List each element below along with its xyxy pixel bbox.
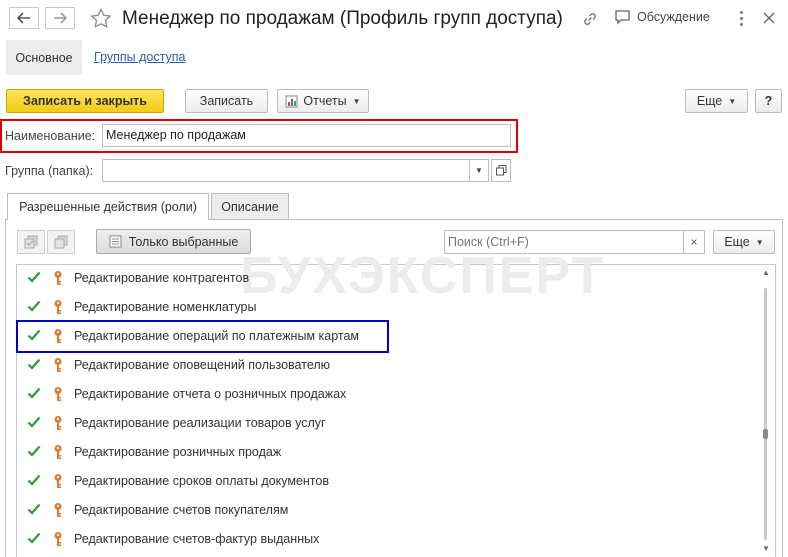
reports-button[interactable]: Отчеты ▼ bbox=[277, 89, 369, 113]
group-input[interactable] bbox=[102, 159, 470, 182]
checkmark-icon[interactable] bbox=[27, 445, 41, 457]
key-icon bbox=[54, 271, 62, 285]
tab-description-label: Описание bbox=[221, 199, 279, 214]
list-item-label: Редактирование сроков оплаты документов bbox=[74, 474, 329, 488]
tab-roles-label: Разрешенные действия (роли) bbox=[19, 200, 197, 214]
save-button[interactable]: Записать bbox=[185, 89, 268, 113]
list-item[interactable]: Редактирование счетов-фактур выданных bbox=[18, 525, 758, 554]
list-item-label: Редактирование контрагентов bbox=[74, 271, 250, 285]
window-menu-icon[interactable] bbox=[740, 11, 744, 27]
group-label: Группа (папка): bbox=[5, 164, 94, 178]
scrollbar-track bbox=[764, 288, 767, 540]
forward-button[interactable] bbox=[45, 7, 75, 29]
help-button[interactable]: ? bbox=[755, 89, 782, 113]
only-selected-toggle[interactable]: Только выбранные bbox=[96, 229, 251, 254]
list-item[interactable]: Редактирование отчета о розничных продаж… bbox=[18, 380, 758, 409]
chevron-down-icon: ▼ bbox=[475, 166, 483, 175]
checkmark-icon[interactable] bbox=[27, 271, 41, 283]
back-button[interactable] bbox=[9, 7, 39, 29]
open-window-icon bbox=[495, 165, 506, 176]
checkmark-icon[interactable] bbox=[27, 416, 41, 428]
checkmark-icon[interactable] bbox=[27, 300, 41, 312]
content-panel-left-border bbox=[5, 219, 6, 557]
check-all-icon bbox=[24, 235, 38, 249]
list-item-label: Редактирование оповещений пользователю bbox=[74, 358, 331, 372]
list-item-label: Редактирование розничных продаж bbox=[74, 445, 282, 459]
close-icon[interactable] bbox=[763, 12, 775, 24]
list-more-label: Еще bbox=[724, 235, 750, 249]
list-icon bbox=[109, 235, 122, 248]
key-icon bbox=[54, 503, 62, 517]
tab-roles[interactable]: Разрешенные действия (роли) bbox=[7, 193, 209, 220]
arrow-left-icon bbox=[17, 12, 30, 24]
save-label: Записать bbox=[199, 94, 254, 108]
reports-label: Отчеты bbox=[303, 94, 347, 108]
list-item-label: Редактирование отчета о розничных продаж… bbox=[74, 387, 347, 401]
list-item-label: Редактирование номенклатуры bbox=[74, 300, 257, 314]
check-all-button[interactable] bbox=[17, 230, 45, 254]
arrow-right-icon bbox=[54, 12, 67, 24]
list-item-label: Редактирование счетов-фактур выданных bbox=[74, 532, 320, 546]
window-title: Менеджер по продажам (Профиль групп дост… bbox=[122, 8, 563, 29]
search-clear-button[interactable]: × bbox=[683, 230, 705, 254]
clear-icon: × bbox=[690, 235, 698, 249]
list-item[interactable]: Редактирование оповещений пользователю bbox=[18, 351, 758, 380]
list-item-label: Редактирование реализации товаров услуг bbox=[74, 416, 326, 430]
tab-main-label: Основное bbox=[15, 50, 73, 65]
key-icon bbox=[54, 358, 62, 372]
chat-icon bbox=[615, 10, 630, 25]
tab-main[interactable]: Основное bbox=[6, 40, 82, 75]
save-and-close-label: Записать и закрыть bbox=[23, 94, 147, 108]
checkmark-icon[interactable] bbox=[27, 532, 41, 544]
key-icon bbox=[54, 445, 62, 459]
name-label: Наименование: bbox=[5, 129, 96, 143]
key-icon bbox=[54, 532, 62, 546]
discussion-button[interactable]: Обсуждение bbox=[614, 9, 710, 25]
list-item[interactable]: Редактирование номенклатуры bbox=[18, 293, 758, 322]
list-item[interactable]: Редактирование контрагентов bbox=[18, 264, 758, 293]
list-item[interactable]: Редактирование сроков оплаты документов bbox=[18, 467, 758, 496]
only-selected-label: Только выбранные bbox=[128, 234, 239, 249]
save-and-close-button[interactable]: Записать и закрыть bbox=[6, 89, 164, 113]
key-icon bbox=[54, 474, 62, 488]
star-icon[interactable] bbox=[90, 8, 112, 28]
tab-description[interactable]: Описание bbox=[211, 193, 289, 219]
discussion-label: Обсуждение bbox=[637, 10, 710, 24]
reports-dropdown-icon: ▼ bbox=[352, 96, 361, 106]
scrollbar[interactable]: ▲ ▼ bbox=[758, 266, 774, 557]
checkmark-icon[interactable] bbox=[27, 503, 41, 515]
list-item[interactable]: Редактирование реализации товаров услуг bbox=[18, 409, 758, 438]
scrollbar-thumb[interactable] bbox=[763, 429, 768, 439]
more-button[interactable]: Еще ▼ bbox=[685, 89, 748, 113]
checkmark-icon[interactable] bbox=[27, 387, 41, 399]
uncheck-all-button[interactable] bbox=[47, 230, 75, 254]
uncheck-all-icon bbox=[54, 235, 68, 249]
key-icon bbox=[54, 416, 62, 430]
scroll-down-icon[interactable]: ▼ bbox=[762, 544, 770, 553]
name-input[interactable]: Менеджер по продажам bbox=[102, 124, 511, 147]
row-highlight bbox=[16, 320, 389, 353]
list-item[interactable]: Редактирование розничных продаж bbox=[18, 438, 758, 467]
list-item-label: Редактирование счетов покупателям bbox=[74, 503, 289, 517]
tab-access-groups[interactable]: Группы доступа bbox=[94, 50, 185, 64]
scroll-up-icon[interactable]: ▲ bbox=[762, 268, 770, 277]
tab-access-groups-label: Группы доступа bbox=[94, 50, 186, 64]
more-label: Еще bbox=[696, 94, 723, 108]
report-icon bbox=[285, 95, 298, 107]
key-icon bbox=[54, 300, 62, 314]
group-dropdown-button[interactable]: ▼ bbox=[469, 159, 489, 182]
list-item[interactable]: Редактирование счетов покупателям bbox=[18, 496, 758, 525]
list-more-button[interactable]: Еще ▼ bbox=[713, 230, 775, 254]
checkmark-icon[interactable] bbox=[27, 474, 41, 486]
list-more-dropdown-icon: ▼ bbox=[755, 237, 764, 247]
more-dropdown-icon: ▼ bbox=[728, 96, 737, 106]
group-open-button[interactable] bbox=[491, 159, 511, 182]
checkmark-icon[interactable] bbox=[27, 358, 41, 370]
link-icon[interactable] bbox=[582, 11, 598, 27]
content-panel-right-border bbox=[782, 219, 783, 557]
key-icon bbox=[54, 387, 62, 401]
help-label: ? bbox=[764, 94, 773, 108]
